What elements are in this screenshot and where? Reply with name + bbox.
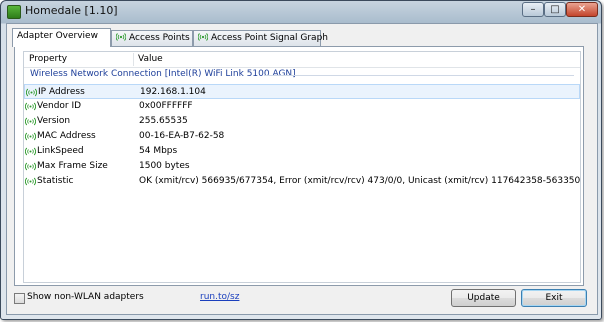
show-non-wlan-checkbox[interactable] (14, 293, 25, 304)
table-row[interactable]: Version 255.65535 (24, 114, 580, 129)
signal-icon (25, 117, 36, 126)
signal-icon (25, 132, 36, 141)
exit-button[interactable]: Exit (521, 289, 587, 307)
app-window: Homedale [1.10] – □ ✕ Adapter Overview A… (0, 0, 602, 320)
table-row[interactable]: MAC Address 00-16-EA-B7-62-58 (24, 129, 580, 144)
signal-icon (198, 33, 208, 41)
column-header-value[interactable]: Value (138, 54, 163, 64)
property-table[interactable]: Property Value Wireless Network Connecti… (23, 51, 581, 283)
column-header-property[interactable]: Property (29, 54, 67, 64)
property-value: 54 Mbps (139, 146, 178, 156)
update-button[interactable]: Update (451, 289, 516, 307)
show-non-wlan-label[interactable]: Show non-WLAN adapters (27, 292, 144, 302)
tab-label: Access Points (129, 33, 190, 43)
table-row[interactable]: Vendor ID 0x00FFFFFF (24, 99, 580, 114)
group-divider (264, 75, 574, 76)
tab-label: Access Point Signal Graph (211, 33, 328, 43)
signal-icon (25, 162, 36, 171)
property-name: Vendor ID (37, 101, 82, 111)
signal-icon (25, 177, 36, 186)
property-value: OK (xmit/rcv) 566935/677354, Error (xmit… (139, 176, 581, 186)
column-divider[interactable] (133, 53, 134, 66)
property-name: MAC Address (37, 131, 96, 141)
tab-label: Adapter Overview (17, 31, 98, 41)
table-row[interactable]: IP Address 192.168.1.104 (24, 84, 580, 99)
property-value: 0x00FFFFFF (139, 101, 193, 111)
property-name: Max Frame Size (37, 161, 108, 171)
property-name: IP Address (38, 87, 85, 97)
window-title: Homedale [1.10] (25, 4, 118, 17)
close-button[interactable]: ✕ (566, 2, 598, 17)
signal-icon (26, 88, 37, 97)
property-value: 255.65535 (139, 116, 188, 126)
property-value: 1500 bytes (139, 161, 190, 171)
table-row[interactable]: LinkSpeed 54 Mbps (24, 144, 580, 159)
property-value: 00-16-EA-B7-62-58 (139, 131, 225, 141)
tab-access-point-signal-graph[interactable]: Access Point Signal Graph (193, 30, 328, 46)
client-area: Adapter Overview Access Points Access Po… (6, 23, 598, 315)
table-row[interactable]: Max Frame Size 1500 bytes (24, 159, 580, 174)
website-link[interactable]: run.to/sz (200, 292, 239, 302)
property-value: 192.168.1.104 (140, 87, 206, 97)
signal-icon (116, 33, 126, 41)
maximize-button[interactable]: □ (544, 2, 566, 17)
minimize-button[interactable]: – (522, 2, 544, 17)
table-header: Property Value (24, 52, 580, 68)
table-row[interactable]: Statistic OK (xmit/rcv) 566935/677354, E… (24, 174, 580, 189)
adapter-overview-panel: Property Value Wireless Network Connecti… (14, 46, 584, 286)
app-icon (7, 5, 21, 19)
property-name: Statistic (37, 176, 74, 186)
adapter-group-header[interactable]: Wireless Network Connection [Intel(R) Wi… (30, 69, 296, 79)
property-name: Version (37, 116, 71, 126)
signal-icon (25, 147, 36, 156)
signal-icon (25, 102, 36, 111)
tab-adapter-overview[interactable]: Adapter Overview (12, 28, 111, 47)
property-name: LinkSpeed (37, 146, 84, 156)
title-bar[interactable]: Homedale [1.10] – □ ✕ (1, 1, 601, 21)
tab-access-points[interactable]: Access Points (111, 30, 193, 46)
